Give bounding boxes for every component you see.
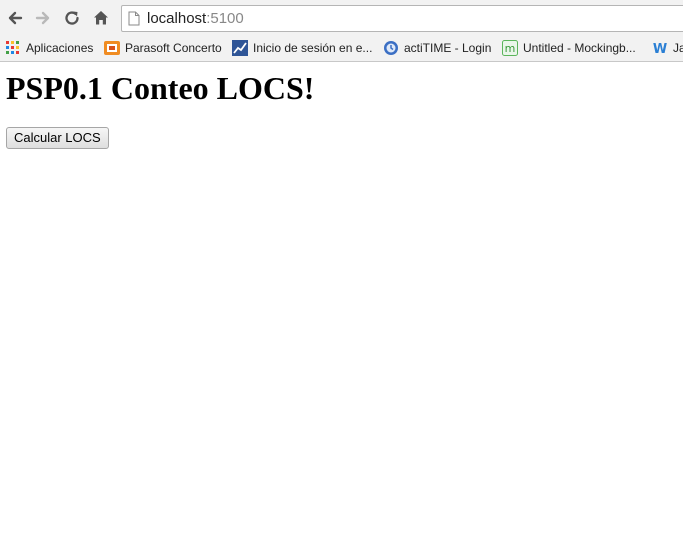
bookmark-aplicaciones[interactable]: Aplicaciones [5,38,93,58]
reload-icon [65,11,79,25]
forward-button[interactable] [31,6,55,30]
bookmark-label: Inicio de sesión en e... [253,41,373,55]
page-content: PSP0.1 Conteo LOCS! Calcular LOCS [0,62,683,533]
bookmark-inicio-sesion[interactable]: Inicio de sesión en e... [232,38,372,58]
svg-text:m: m [505,42,516,55]
bookmark-ja[interactable]: W Ja [652,38,683,58]
browser-toolbar: localhost:5100 [0,0,683,36]
bookmark-label: Ja [673,41,683,55]
calcular-locs-button[interactable]: Calcular LOCS [6,127,109,149]
login-chart-icon [232,40,248,56]
bookmark-parasoft-concerto[interactable]: Parasoft Concerto [104,38,222,58]
actitime-icon [383,40,399,56]
bookmark-label: Parasoft Concerto [125,41,222,55]
forward-arrow-icon [35,11,50,25]
bookmark-mockingbird[interactable]: m Untitled - Mockingb... [502,38,636,58]
apps-grid-icon [5,40,21,56]
url-text: localhost:5100 [147,10,244,28]
svg-text:W: W [653,42,667,56]
mockingbird-icon: m [502,40,518,56]
parasoft-icon [104,40,120,56]
url-port: :5100 [206,10,244,27]
bookmark-label: Aplicaciones [26,41,94,55]
bookmark-actitime[interactable]: actiTIME - Login [383,38,491,58]
back-arrow-icon [8,11,23,25]
home-icon [94,11,108,25]
reload-button[interactable] [60,6,84,30]
bookmark-label: actiTIME - Login [404,41,492,55]
bookmarks-bar: Aplicaciones Parasoft Concerto Inicio de… [0,36,683,60]
page-icon [128,11,140,31]
browser-chrome: localhost:5100 Aplicaciones Parasoft Con… [0,0,683,62]
home-button[interactable] [89,6,113,30]
address-bar[interactable]: localhost:5100 [121,5,683,32]
bookmark-label: Untitled - Mockingb... [523,41,636,55]
url-host: localhost [147,10,207,27]
back-button[interactable] [3,6,27,30]
w-icon: W [652,40,668,56]
page-title: PSP0.1 Conteo LOCS! [6,70,315,106]
